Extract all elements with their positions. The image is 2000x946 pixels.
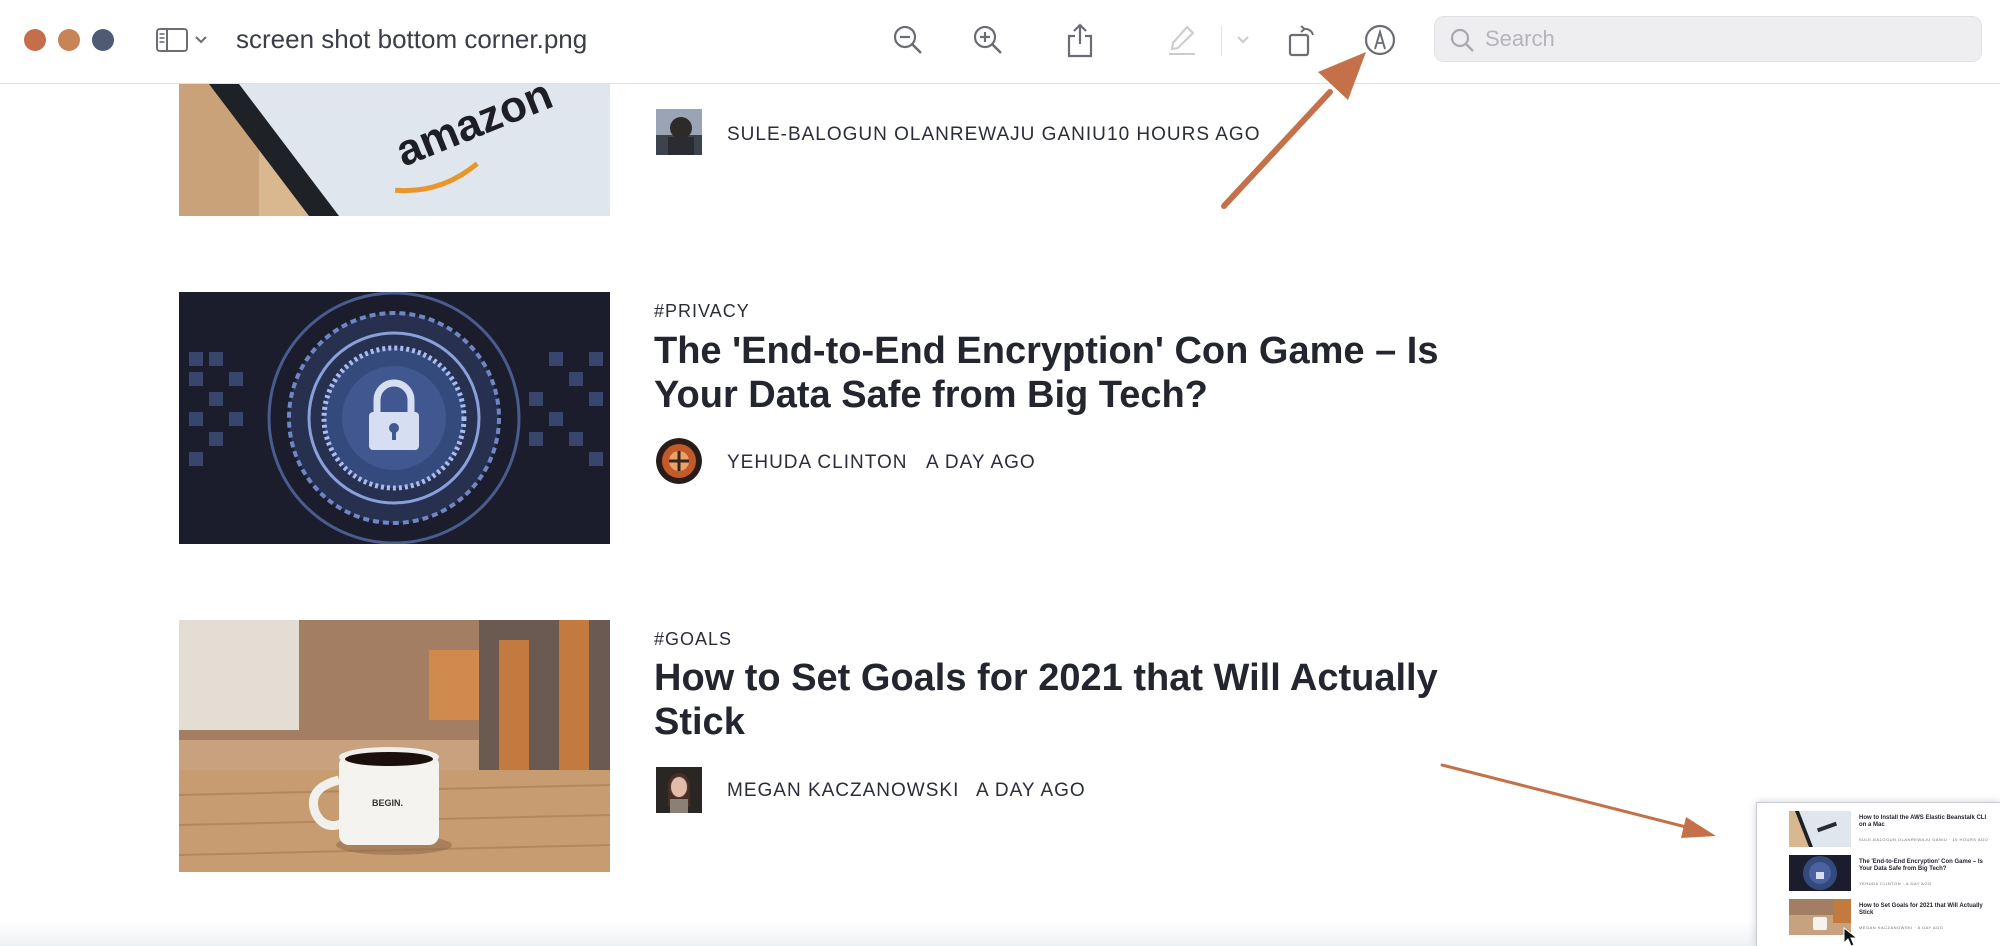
preview-title: How to Install the AWS Elastic Beanstalk… xyxy=(1859,815,1987,828)
zoom-in-button[interactable] xyxy=(966,18,1010,62)
article-author[interactable]: YEHUDA CLINTON xyxy=(727,452,907,474)
preview-image xyxy=(1789,899,1851,935)
sidebar-icon xyxy=(156,28,188,52)
preview-meta: MEGAN KACZANOWSKI · A DAY AGO xyxy=(1859,925,1944,930)
minimize-window-button[interactable] xyxy=(58,29,80,51)
rotate-button[interactable] xyxy=(1280,18,1324,62)
share-icon xyxy=(1067,23,1093,58)
toolbar-divider xyxy=(1221,26,1222,56)
author-avatar xyxy=(656,438,702,484)
article-tag[interactable]: #GOALS xyxy=(654,629,732,650)
article-image-mug[interactable]: BEGIN. xyxy=(179,620,610,872)
mug-text: BEGIN. xyxy=(372,798,403,808)
article-author[interactable]: MEGAN KACZANOWSKI xyxy=(727,780,959,802)
zoom-out-button[interactable] xyxy=(886,18,930,62)
article-age: A DAY AGO xyxy=(976,780,1086,801)
article-author[interactable]: SULE-BALOGUN OLANREWAJU GANIU xyxy=(727,124,1107,146)
highlight-icon xyxy=(1169,25,1195,55)
article-tag[interactable]: #PRIVACY xyxy=(654,301,750,322)
preview-meta: SULE-BALOGUN OLANREWAJU GANIU · 10 HOURS… xyxy=(1859,837,1989,842)
author-avatar xyxy=(656,767,702,813)
preview-image xyxy=(1789,855,1851,891)
chevron-down-icon xyxy=(195,36,207,44)
preview-title: How to Set Goals for 2021 that Will Actu… xyxy=(1859,903,1983,916)
window-toolbar: screen shot bottom corner.png xyxy=(0,0,2000,84)
rotate-icon xyxy=(1288,25,1314,57)
author-avatar xyxy=(656,109,702,155)
bottom-edge-shade xyxy=(0,920,2000,946)
share-button[interactable] xyxy=(1058,18,1102,62)
article-image-amazon[interactable]: amazon xyxy=(179,84,610,216)
mouse-cursor-icon xyxy=(1843,927,1859,946)
zoom-out-icon xyxy=(893,25,922,54)
preview-title: The 'End-to-End Encryption' Con Game – I… xyxy=(1859,859,1983,872)
highlight-menu-button[interactable] xyxy=(1228,18,1258,62)
article-age: A DAY AGO xyxy=(926,452,1036,473)
article-title[interactable]: How to Set Goals for 2021 that Will Actu… xyxy=(654,656,1454,744)
close-window-button[interactable] xyxy=(24,29,46,51)
preview-meta: YEHUDA CLINTON · A DAY AGO xyxy=(1859,881,1932,886)
markup-button[interactable] xyxy=(1358,18,1402,62)
maximize-window-button[interactable] xyxy=(92,29,114,51)
article-age: 10 HOURS AGO xyxy=(1107,124,1261,145)
article-image-encryption[interactable] xyxy=(179,292,610,544)
preview-image xyxy=(1789,811,1851,847)
search-input[interactable] xyxy=(1485,17,1965,61)
chevron-down-icon xyxy=(1237,36,1249,44)
screenshot-thumbnail-preview[interactable]: How to Install the AWS Elastic Beanstalk… xyxy=(1756,802,2000,946)
view-menu-button[interactable] xyxy=(186,18,216,62)
document-title: screen shot bottom corner.png xyxy=(236,24,588,54)
search-icon xyxy=(1450,28,1474,52)
zoom-in-icon xyxy=(973,25,1002,54)
markup-icon xyxy=(1364,24,1396,56)
article-title[interactable]: The 'End-to-End Encryption' Con Game – I… xyxy=(654,329,1474,417)
highlight-button[interactable] xyxy=(1160,18,1204,62)
search-field[interactable] xyxy=(1434,16,1982,62)
